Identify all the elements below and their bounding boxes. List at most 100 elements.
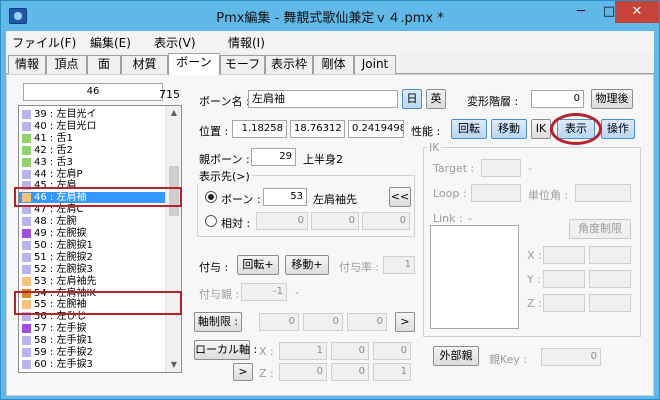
local-axis-x1-input[interactable]: 1 [279, 342, 327, 360]
parent-bone-input[interactable]: 29 [251, 148, 296, 166]
list-item[interactable]: 52 : 左腕捩3 [19, 264, 165, 275]
bone-color-swatch [22, 133, 31, 143]
title-bar[interactable]: Pmx編集 - 舞靚式歌仙兼定ｖ４.pmx * ─ □ ✕ [1, 1, 659, 31]
tab-display-frame[interactable]: 表示枠 [265, 55, 313, 74]
local-axis-z1-input[interactable]: 0 [279, 363, 327, 381]
list-item[interactable]: 53 : 左肩袖先 [19, 276, 165, 287]
axis-limit-x-input[interactable]: 0 [259, 313, 299, 331]
lang-en-button[interactable]: 英 [426, 89, 446, 109]
grant-parent-label: 付与親 : [199, 288, 240, 301]
menu-edit[interactable]: 編集(E) [90, 34, 131, 51]
relative-z-input[interactable]: 0 [362, 212, 410, 230]
tab-info[interactable]: 情報 [8, 55, 46, 74]
local-axis-x3-input[interactable]: 0 [373, 342, 411, 360]
tab-material[interactable]: 材質 [121, 55, 168, 74]
list-item[interactable]: 40 : 左目光ロ [19, 121, 165, 132]
grant-rate-input[interactable]: 1 [383, 256, 415, 274]
tab-face[interactable]: 面 [87, 55, 121, 74]
angle-limit-button[interactable]: 角度制限 [569, 219, 631, 239]
menu-view[interactable]: 表示(V) [154, 34, 196, 51]
close-button[interactable]: ✕ [615, 1, 659, 23]
bone-color-swatch [22, 217, 31, 227]
relative-y-input[interactable]: 0 [311, 212, 359, 230]
parent-key-input[interactable]: 0 [541, 348, 601, 366]
local-axis-button[interactable]: ローカル軸 : [194, 340, 257, 360]
list-item[interactable]: 42 : 舌2 [19, 145, 165, 156]
perf-ik-button[interactable]: IK [531, 119, 551, 139]
grant-parent-input[interactable]: -1 [241, 283, 287, 301]
bone-color-swatch [22, 264, 31, 274]
list-item[interactable]: 43 : 舌3 [19, 157, 165, 168]
physics-after-button[interactable]: 物理後 [591, 89, 633, 109]
scroll-down-icon[interactable]: ▼ [168, 359, 180, 371]
tab-morph[interactable]: モーフ [220, 55, 265, 74]
ik-group-label: IK [427, 141, 442, 154]
tab-vertex[interactable]: 頂点 [46, 55, 87, 74]
list-item[interactable]: 48 : 左腕 [19, 216, 165, 227]
list-item-label: 51 : 左腕捩2 [34, 251, 93, 263]
bone-list[interactable]: 39 : 左目光イ 40 : 左目光ロ 41 : 舌1 42 : 舌2 43 : 舌3 4… [18, 105, 182, 373]
list-item[interactable]: 44 : 左肩P [19, 169, 165, 180]
list-item[interactable]: 57 : 左手捩 [19, 323, 165, 334]
menu-info[interactable]: 情報(I) [228, 34, 265, 51]
ik-unit-angle-input[interactable] [575, 184, 631, 202]
axis-limit-y-input[interactable]: 0 [303, 313, 343, 331]
axis-limit-z-input[interactable]: 0 [347, 313, 387, 331]
external-parent-button[interactable]: 外部親 [433, 346, 479, 366]
grant-rotate-button[interactable]: 回転+ [237, 255, 279, 275]
app-window: Pmx編集 - 舞靚式歌仙兼定ｖ４.pmx * ─ □ ✕ ファイル(F) 編集… [0, 0, 660, 400]
list-item[interactable]: 50 : 左腕捩1 [19, 240, 165, 251]
ik-x-min-input[interactable] [543, 246, 585, 264]
position-z-input[interactable]: 0.2419498 [348, 120, 404, 138]
relative-x-input[interactable]: 0 [256, 212, 308, 230]
ik-x-label: X : [527, 249, 542, 262]
tab-rigidbody[interactable]: 剛体 [313, 55, 354, 74]
ik-z-min-input[interactable] [543, 294, 585, 312]
local-axis-z3-input[interactable]: 1 [373, 363, 411, 381]
local-axis-go-button[interactable]: > [233, 363, 253, 381]
ik-z-max-input[interactable] [589, 294, 631, 312]
lang-jp-button[interactable]: 日 [402, 89, 422, 109]
tab-bone[interactable]: ボーン [168, 53, 220, 75]
scroll-up-icon[interactable]: ▲ [168, 107, 180, 119]
ik-target-dash: - [528, 162, 532, 175]
ik-loop-input[interactable] [471, 184, 521, 202]
list-item[interactable]: 39 : 左目光イ [19, 109, 165, 120]
ik-y-max-input[interactable] [589, 270, 631, 288]
list-item-label: 41 : 舌1 [34, 132, 73, 144]
axis-limit-button[interactable]: 軸制限 : [194, 312, 242, 332]
list-item[interactable]: 49 : 左腕捩 [19, 228, 165, 239]
perf-move-button[interactable]: 移動 [491, 119, 527, 139]
local-axis-x2-input[interactable]: 0 [331, 342, 369, 360]
tab-joint[interactable]: Joint [354, 55, 396, 74]
relative-dest-radio[interactable] [205, 215, 217, 227]
perf-rotate-button[interactable]: 回転 [451, 119, 487, 139]
list-item[interactable]: 60 : 左手捩3 [19, 359, 165, 370]
bone-index-input[interactable]: 46 [23, 83, 163, 101]
ik-x-max-input[interactable] [589, 246, 631, 264]
minimize-button[interactable]: ─ [567, 1, 595, 23]
deform-level-input[interactable]: 0 [531, 90, 584, 108]
position-x-input[interactable]: 1.18258 [232, 120, 287, 138]
bone-dest-radio[interactable] [205, 191, 217, 203]
ik-target-input[interactable] [481, 159, 521, 177]
axis-limit-go-button[interactable]: > [395, 312, 415, 332]
list-item[interactable]: 58 : 左手捩1 [19, 335, 165, 346]
perf-operate-button[interactable]: 操作 [601, 119, 635, 139]
bone-dest-go-button[interactable]: << [389, 187, 411, 207]
bone-dest-input[interactable]: 53 [263, 188, 307, 206]
list-item[interactable]: 59 : 左手捩2 [19, 347, 165, 358]
local-axis-z2-input[interactable]: 0 [331, 363, 369, 381]
position-y-input[interactable]: 18.76312 [290, 120, 345, 138]
bone-name-input[interactable]: 左肩袖 [248, 90, 398, 108]
ik-y-min-input[interactable] [543, 270, 585, 288]
grant-move-button[interactable]: 移動+ [285, 255, 329, 275]
bone-color-swatch [22, 276, 31, 286]
list-item[interactable]: 41 : 舌1 [19, 133, 165, 144]
grant-rate-label: 付与率 : [339, 261, 380, 274]
menu-file[interactable]: ファイル(F) [12, 34, 76, 51]
list-scrollbar[interactable]: ▲ ▼ [165, 106, 181, 372]
list-item[interactable]: 51 : 左腕捩2 [19, 252, 165, 263]
performance-label: 性能 : [411, 125, 441, 138]
ik-link-list[interactable] [430, 225, 519, 329]
